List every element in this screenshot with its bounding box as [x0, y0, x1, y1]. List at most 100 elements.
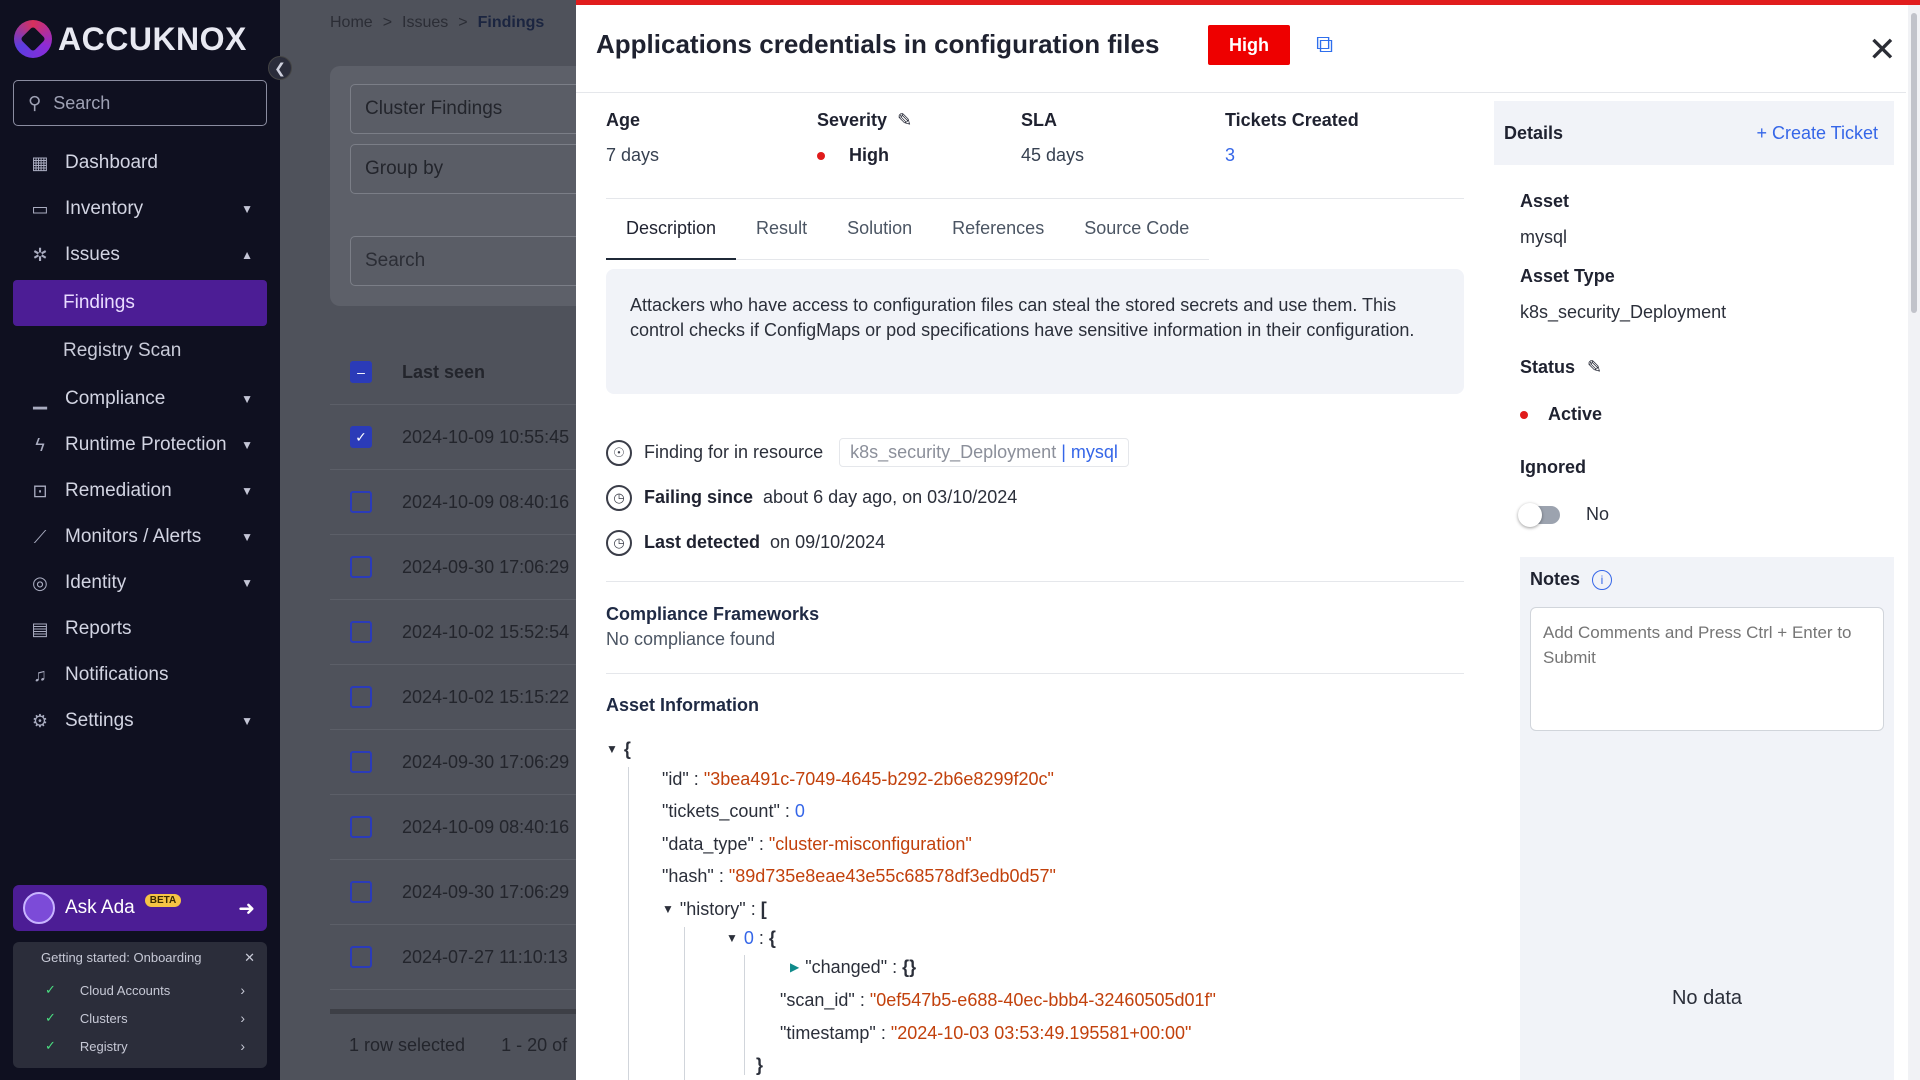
tab-result[interactable]: Result: [736, 210, 827, 260]
json-history-toggle[interactable]: ▼ "history" : [: [662, 897, 767, 921]
table-row[interactable]: 2024-10-02 15:52:54: [330, 600, 590, 665]
sidebar-item-monitors-alerts[interactable]: ⟋ Monitors / Alerts ▼: [13, 514, 267, 560]
table-row[interactable]: 2024-10-09 08:40:16: [330, 795, 590, 860]
table-row[interactable]: 2024-09-30 17:06:29: [330, 535, 590, 600]
status-label-row: Status ✎: [1520, 357, 1602, 378]
last-seen-cell: 2024-07-27 11:10:13: [402, 946, 568, 967]
tab-solution[interactable]: Solution: [827, 210, 932, 260]
row-checkbox[interactable]: [350, 751, 372, 773]
sidebar: ACCUKNOX ⚲ Search ▦ Dashboard ▭ Inventor…: [0, 0, 280, 1080]
ask-ada-button[interactable]: Ask Ada BETA ➜: [13, 885, 267, 931]
sidebar-item-issues[interactable]: ✲ Issues ▲: [13, 232, 267, 278]
breadcrumb-separator: >: [458, 14, 468, 31]
finding-title: Applications credentials in configuratio…: [596, 29, 1160, 59]
sidebar-collapse-button[interactable]: ❮: [268, 56, 292, 80]
dashboard-icon: ▦: [31, 152, 49, 173]
drawer-header: Applications credentials in configuratio…: [576, 5, 1906, 93]
check-circle-icon: ✓: [45, 1010, 56, 1025]
sidebar-item-inventory[interactable]: ▭ Inventory ▼: [13, 186, 267, 232]
sidebar-item-reports[interactable]: ▤ Reports: [13, 606, 267, 652]
row-checkbox[interactable]: ✓: [350, 426, 372, 448]
last-seen-cell: 2024-09-30 17:06:29: [402, 881, 570, 902]
table-row[interactable]: 2024-07-27 11:10:13: [330, 925, 590, 990]
sidebar-item-dashboard[interactable]: ▦ Dashboard: [13, 140, 267, 186]
row-checkbox[interactable]: [350, 491, 372, 513]
close-icon[interactable]: ✕: [244, 950, 255, 966]
row-checkbox[interactable]: [350, 816, 372, 838]
severity-dot-icon: [817, 151, 825, 160]
tab-references[interactable]: References: [932, 210, 1064, 260]
sidebar-nav: ▦ Dashboard ▭ Inventory ▼ ✲ Issues ▲ Fin…: [13, 140, 267, 744]
sidebar-item-registry-scan[interactable]: Registry Scan: [13, 328, 267, 374]
resource-type: k8s_security_Deployment: [850, 442, 1057, 462]
create-ticket-button[interactable]: + Create Ticket: [1756, 123, 1878, 144]
row-checkbox[interactable]: [350, 946, 372, 968]
caret-down-icon: ▼: [662, 902, 674, 916]
tickets-created-link[interactable]: 3: [1225, 145, 1359, 166]
sidebar-item-remediation[interactable]: ⊡ Remediation ▼: [13, 468, 267, 514]
row-selected-count: 1 row selected: [349, 1035, 466, 1055]
age-value: 7 days: [606, 145, 660, 165]
json-changed-toggle[interactable]: ▶ "changed" : {}: [790, 955, 916, 979]
external-link-icon[interactable]: ⧉: [1316, 31, 1333, 59]
sidebar-item-label: Remediation: [65, 480, 172, 501]
column-header-last-seen: Last seen: [402, 361, 486, 382]
row-checkbox[interactable]: [350, 686, 372, 708]
onboarding-step-clusters[interactable]: ✓ Clusters ›: [25, 1004, 255, 1032]
notes-input[interactable]: [1530, 607, 1884, 731]
chevron-up-icon: ▲: [241, 248, 253, 262]
tab-description[interactable]: Description: [606, 210, 737, 260]
severity-badge: High: [1208, 25, 1290, 65]
select-all-checkbox[interactable]: –: [350, 361, 372, 383]
details-tabs: Description Result Solution References S…: [606, 210, 1210, 260]
onboarding-step-cloud-accounts[interactable]: ✓ Cloud Accounts ›: [25, 976, 255, 1004]
table-row[interactable]: 2024-10-02 15:15:22: [330, 665, 590, 730]
json-root-open[interactable]: ▼{: [606, 737, 631, 761]
sidebar-item-runtime-protection[interactable]: ϟ Runtime Protection ▼: [13, 422, 267, 468]
findings-search-input[interactable]: Search: [350, 236, 600, 286]
resource-link[interactable]: mysql: [1071, 442, 1118, 462]
table-row[interactable]: 2024-09-30 17:06:29: [330, 860, 590, 925]
row-checkbox[interactable]: [350, 556, 372, 578]
notes-panel: Notes i No data: [1520, 557, 1894, 1080]
sidebar-search-input[interactable]: ⚲ Search: [13, 80, 267, 126]
json-field: "hash" : "89d735e8eae43e55c68578df3edb0d…: [662, 865, 1056, 886]
table-horizontal-scrollbar[interactable]: [330, 1009, 590, 1014]
status-dot-icon: [1520, 410, 1528, 419]
json-history-item-toggle[interactable]: ▼ 0 : {: [726, 926, 776, 950]
breadcrumb-issues[interactable]: Issues: [402, 14, 448, 32]
pencil-icon[interactable]: ✎: [1587, 357, 1602, 378]
tab-source-code[interactable]: Source Code: [1064, 210, 1209, 260]
onboarding-step-registry[interactable]: ✓ Registry ›: [25, 1032, 255, 1060]
cluster-findings-select[interactable]: Cluster Findings: [350, 84, 600, 134]
chevron-down-icon: ▼: [241, 202, 253, 216]
divider: [606, 581, 1464, 582]
sidebar-item-identity[interactable]: ◎ Identity ▼: [13, 560, 267, 606]
tickets-created-label: Tickets Created: [1225, 110, 1359, 130]
brand-logo[interactable]: ACCUKNOX: [14, 20, 247, 58]
search-icon: ⚲: [28, 92, 42, 113]
table-row[interactable]: 2024-09-30 17:06:29: [330, 730, 590, 795]
drawer-scrollbar[interactable]: [1908, 5, 1920, 1080]
row-checkbox[interactable]: [350, 881, 372, 903]
sidebar-item-notifications[interactable]: ♫ Notifications: [13, 652, 267, 698]
finding-meta: Age 7 days Severity ✎ High SLA 45 days T…: [606, 110, 1466, 200]
table-row[interactable]: 2024-10-09 08:40:16: [330, 470, 590, 535]
sidebar-item-settings[interactable]: ⚙ Settings ▼: [13, 698, 267, 744]
group-by-select[interactable]: Group by: [350, 144, 600, 194]
row-checkbox[interactable]: [350, 621, 372, 643]
breadcrumb-home[interactable]: Home: [330, 14, 373, 32]
ignored-toggle[interactable]: [1518, 502, 1560, 527]
check-circle-icon: ✓: [45, 982, 56, 997]
sidebar-item-label: Monitors / Alerts: [65, 526, 202, 547]
sidebar-item-findings[interactable]: Findings: [13, 280, 267, 326]
check-circle-icon: ✓: [45, 1038, 56, 1053]
close-icon[interactable]: ✕: [1868, 33, 1897, 67]
pencil-icon[interactable]: ✎: [897, 110, 912, 131]
description-text: Attackers who have access to configurati…: [606, 269, 1464, 394]
table-row[interactable]: ✓ 2024-10-09 10:55:45: [330, 405, 590, 470]
sidebar-item-compliance[interactable]: ▁ Compliance ▼: [13, 376, 267, 422]
info-icon[interactable]: i: [1592, 569, 1613, 590]
sla-value: 45 days: [1021, 145, 1085, 165]
arrow-right-icon: ➜: [238, 897, 255, 920]
